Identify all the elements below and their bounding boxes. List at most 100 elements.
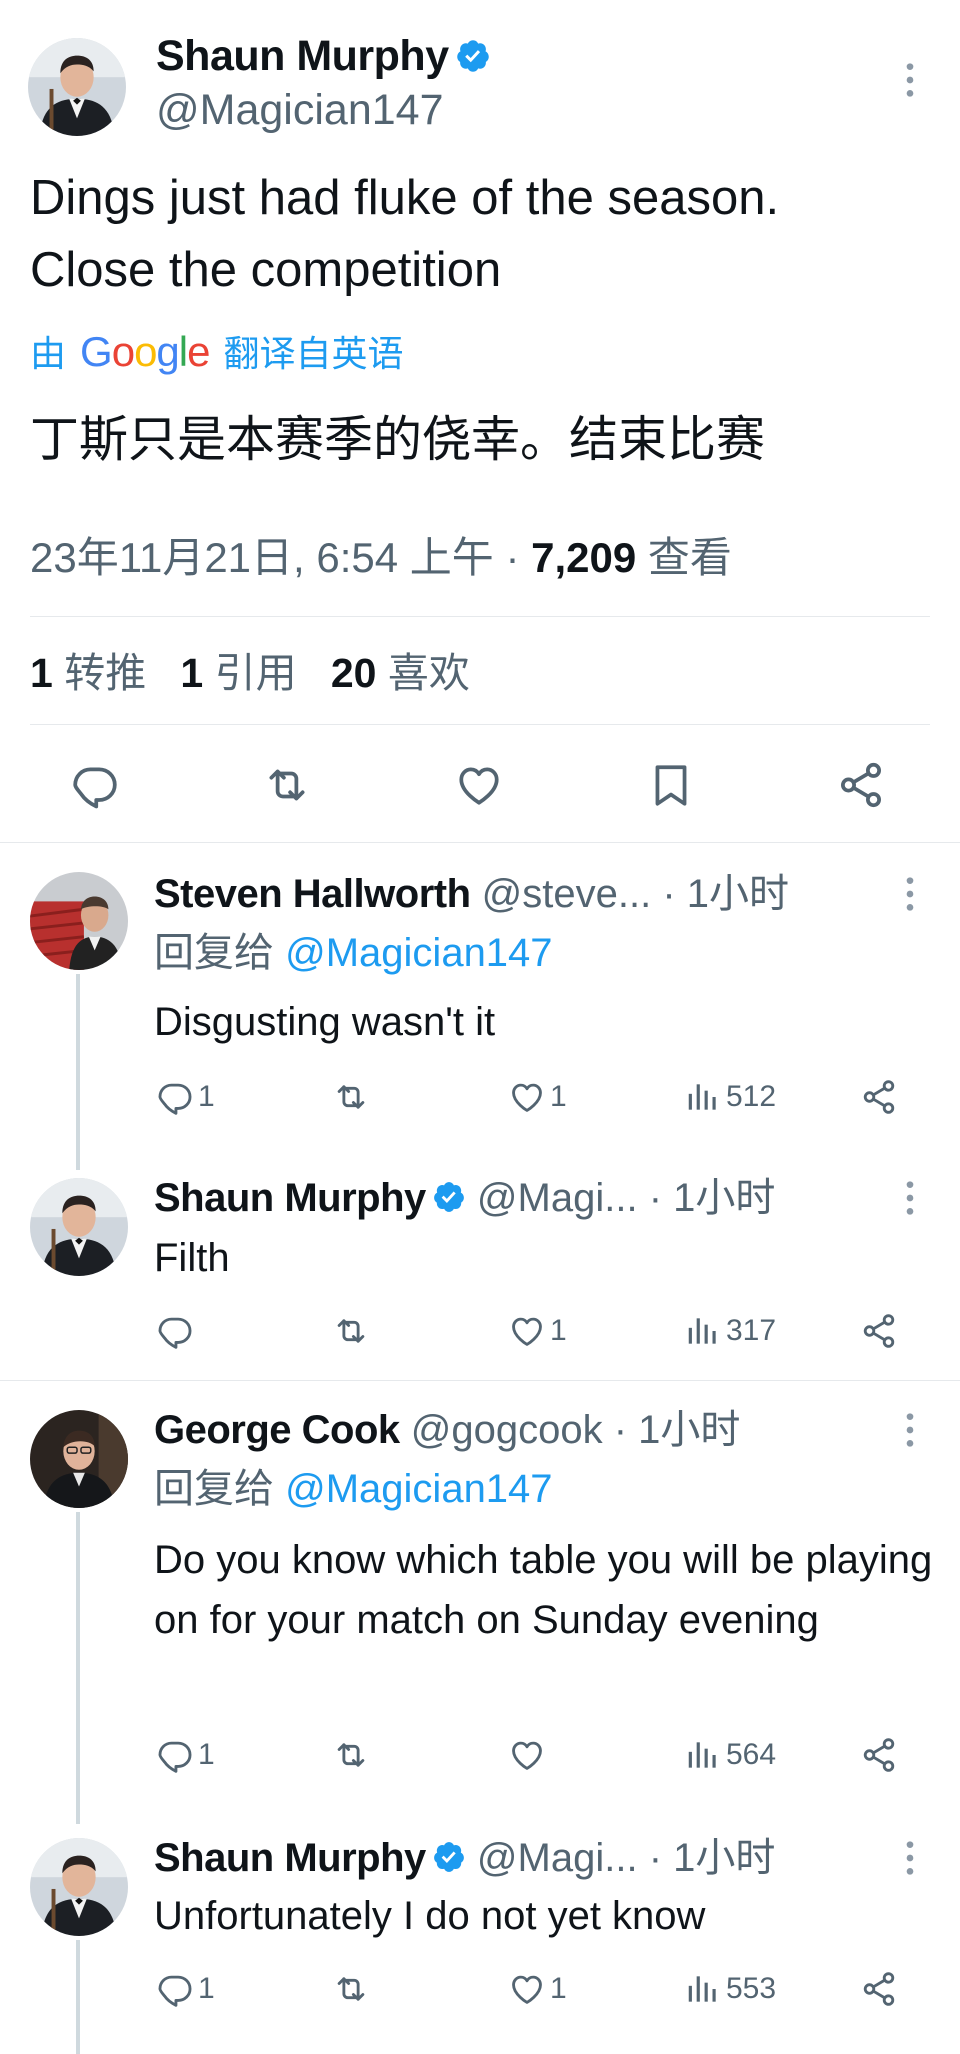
retweets-stat[interactable]: 1 转推	[30, 650, 146, 696]
share-button[interactable]	[860, 1970, 898, 2008]
verified-badge-icon	[455, 38, 491, 74]
views-button[interactable]: 317	[684, 1312, 776, 1350]
timestamp[interactable]: 23年11月21日, 6:54 上午	[30, 534, 494, 581]
retweet-button[interactable]	[332, 1312, 370, 1350]
verified-badge-icon	[432, 1180, 466, 1214]
reply-text: Do you know which table you will be play…	[154, 1538, 933, 1642]
like-button[interactable]: 1	[508, 1078, 567, 1116]
more-icon[interactable]	[904, 1838, 916, 1878]
views-count: 564	[726, 1738, 777, 1771]
share-button[interactable]	[836, 760, 886, 810]
share-button[interactable]	[860, 1312, 898, 1350]
bookmark-button[interactable]	[646, 760, 696, 810]
likes-count: 20	[330, 650, 377, 696]
divider	[30, 616, 930, 617]
reply-header: Steven Hallworth @steve... · 1小时	[154, 868, 789, 920]
reply-button[interactable]: 1	[156, 1736, 215, 1774]
reply-icon	[156, 1312, 194, 1350]
quotes-label: 引用	[214, 650, 297, 696]
retweet-icon	[332, 1970, 370, 2008]
quotes-stat[interactable]: 1 引用	[180, 650, 296, 696]
bookmark-icon	[646, 760, 696, 810]
share-button[interactable]	[860, 1078, 898, 1116]
more-icon[interactable]	[904, 60, 916, 100]
reply-icon	[156, 1078, 194, 1116]
reply-button[interactable]: 1	[156, 1078, 215, 1116]
reply-author-handle[interactable]: @Magi...	[477, 1176, 638, 1220]
share-icon	[860, 1312, 898, 1350]
more-icon[interactable]	[904, 1410, 916, 1450]
more-icon[interactable]	[904, 874, 916, 914]
tweet-text-line: Close the competition	[30, 243, 502, 297]
reply-count: 1	[198, 1972, 215, 2005]
views-button[interactable]: 564	[684, 1736, 776, 1774]
like-button[interactable]	[454, 760, 504, 810]
tweet-text-line: Dings just had fluke of the season.	[30, 171, 780, 225]
views-button[interactable]: 512	[684, 1078, 776, 1116]
like-icon	[508, 1312, 546, 1350]
thread-line	[76, 1512, 80, 1824]
reply-author-handle[interactable]: @Magi...	[477, 1836, 638, 1880]
views-icon	[684, 1312, 722, 1350]
like-icon	[508, 1970, 546, 2008]
retweet-icon	[332, 1078, 370, 1116]
reply-text: Disgusting wasn't it	[154, 1000, 496, 1044]
retweet-button[interactable]	[332, 1970, 370, 2008]
verified-badge-icon	[432, 1840, 466, 1874]
reply-text: Unfortunately I do not yet know	[154, 1894, 706, 1938]
views-label: 查看	[647, 534, 732, 581]
views-icon	[684, 1078, 722, 1116]
reply-mention[interactable]: @Magician147	[285, 1467, 552, 1511]
reply-time[interactable]: · 1小时	[649, 1836, 776, 1880]
retweets-label: 转推	[64, 650, 147, 696]
like-button[interactable]: 1	[508, 1970, 567, 2008]
reply-count: 1	[198, 1080, 215, 1113]
retweet-button[interactable]	[332, 1078, 370, 1116]
avatar[interactable]	[30, 1410, 128, 1508]
share-icon	[860, 1970, 898, 2008]
author-name[interactable]: Shaun Murphy	[156, 30, 491, 82]
reply-button[interactable]	[156, 1312, 198, 1350]
google-logo: Google	[80, 328, 210, 375]
avatar[interactable]	[30, 1178, 128, 1276]
reply-text: Filth	[154, 1236, 230, 1280]
views-count: 7,209	[531, 534, 637, 581]
thread-line	[76, 1940, 80, 2054]
reply-time[interactable]: · 1小时	[614, 1408, 741, 1452]
avatar[interactable]	[30, 872, 128, 970]
author-handle[interactable]: @Magician147	[156, 84, 443, 136]
reply-button[interactable]	[70, 760, 120, 810]
reply-time[interactable]: · 1小时	[649, 1176, 776, 1220]
like-count: 1	[550, 1080, 567, 1113]
reply-time[interactable]: · 1小时	[662, 872, 789, 916]
reply-button[interactable]: 1	[156, 1970, 215, 2008]
like-button[interactable]	[508, 1736, 550, 1774]
meta-separator: ·	[505, 534, 520, 581]
tweet-meta: 23年11月21日, 6:54 上午 · 7,209 查看	[30, 532, 732, 584]
likes-stat[interactable]: 20 喜欢	[331, 650, 470, 696]
avatar[interactable]	[28, 38, 126, 136]
share-icon	[860, 1078, 898, 1116]
reply-author-name[interactable]: Shaun Murphy	[154, 1176, 426, 1220]
reply-mention[interactable]: @Magician147	[285, 931, 552, 975]
retweet-button[interactable]	[332, 1736, 370, 1774]
views-count: 512	[726, 1080, 777, 1113]
reply-author-name[interactable]: Shaun Murphy	[154, 1836, 426, 1880]
quotes-count: 1	[180, 650, 204, 696]
views-button[interactable]: 553	[684, 1970, 776, 2008]
share-icon	[860, 1736, 898, 1774]
divider	[0, 842, 960, 843]
like-button[interactable]: 1	[508, 1312, 567, 1350]
tweet-text: Dings just had fluke of the season. Clos…	[30, 162, 930, 306]
retweet-button[interactable]	[262, 760, 312, 810]
reply-prefix: 回复给	[154, 1467, 274, 1511]
translated-by-google[interactable]: 由 Google 翻译自英语	[30, 330, 404, 376]
reply-author-name[interactable]: George Cook	[154, 1408, 400, 1452]
more-icon[interactable]	[904, 1178, 916, 1218]
avatar[interactable]	[30, 1838, 128, 1936]
retweet-icon	[332, 1736, 370, 1774]
reply-author-name[interactable]: Steven Hallworth	[154, 872, 471, 916]
reply-author-handle[interactable]: @steve...	[482, 872, 652, 916]
reply-author-handle[interactable]: @gogcook	[411, 1408, 603, 1452]
share-button[interactable]	[860, 1736, 898, 1774]
